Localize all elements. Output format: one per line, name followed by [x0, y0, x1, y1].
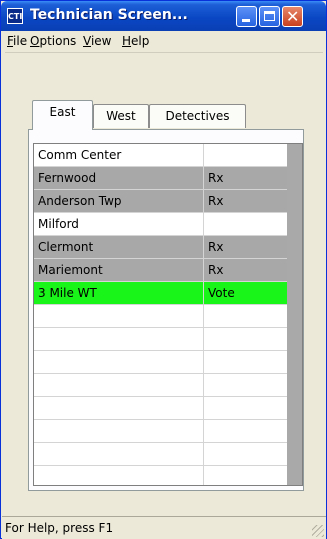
site-name-cell: [34, 466, 204, 485]
title-bar[interactable]: CTI Technician Screen... ✕: [1, 1, 326, 31]
site-status-cell: [204, 443, 286, 465]
app-window: CTI Technician Screen... ✕ File Options …: [0, 0, 327, 539]
minimize-icon: [242, 19, 250, 22]
site-name-cell: 3 Mile WT: [34, 282, 204, 304]
table-row[interactable]: [34, 397, 302, 420]
close-button[interactable]: ✕: [282, 6, 303, 27]
table-row[interactable]: Mariemont Rx: [34, 259, 302, 282]
table-row[interactable]: [34, 443, 302, 466]
table-row[interactable]: [34, 466, 302, 485]
site-name-cell: Clermont: [34, 236, 204, 258]
table-row[interactable]: [34, 328, 302, 351]
window-title: Technician Screen...: [30, 7, 188, 23]
maximize-button[interactable]: [259, 6, 280, 27]
grid-scrollbar[interactable]: [287, 144, 302, 485]
resize-grip-icon[interactable]: [312, 525, 324, 537]
site-name-cell: [34, 420, 204, 442]
menu-help[interactable]: Help: [122, 34, 149, 48]
site-name-cell: Mariemont: [34, 259, 204, 281]
site-status-cell: [204, 466, 286, 485]
status-bar: For Help, press F1: [2, 516, 326, 539]
menu-file[interactable]: File: [7, 34, 27, 48]
table-row[interactable]: Comm Center: [34, 144, 302, 167]
table-row[interactable]: [34, 305, 302, 328]
minimize-button[interactable]: [236, 6, 257, 27]
close-icon: ✕: [286, 7, 300, 26]
site-status-cell: [204, 305, 286, 327]
site-status-cell: Rx: [208, 240, 224, 254]
site-name-cell: [34, 351, 204, 373]
site-grid[interactable]: 3 Mile WT Vote Mariemont Rx Clermont Rx Milfor…: [33, 143, 303, 486]
site-name-cell: Anderson Twp: [34, 190, 204, 212]
site-status-cell: Vote: [208, 286, 235, 300]
site-name-cell: [34, 443, 204, 465]
menu-separator: [5, 52, 323, 53]
table-row[interactable]: [34, 420, 302, 443]
site-name-cell: Fernwood: [34, 167, 204, 189]
site-status-cell: [204, 420, 286, 442]
app-icon: CTI: [7, 8, 23, 24]
site-name-cell: Milford: [34, 213, 204, 235]
tab-detectives[interactable]: Detectives: [149, 104, 246, 128]
site-status-cell: [204, 374, 286, 396]
menu-view[interactable]: View: [83, 34, 111, 48]
table-row[interactable]: 3 Mile WT Vote: [34, 282, 302, 305]
table-row[interactable]: Milford: [34, 213, 302, 236]
menu-options[interactable]: Options: [30, 34, 76, 48]
site-status-cell: [204, 351, 286, 373]
status-text: For Help, press F1: [5, 521, 114, 535]
menu-bar: File Options View Help: [5, 32, 323, 50]
table-row[interactable]: [34, 374, 302, 397]
table-row[interactable]: Anderson Twp Rx: [34, 190, 302, 213]
site-name-cell: Comm Center: [34, 144, 204, 166]
site-status-cell: [204, 213, 286, 235]
site-name-cell: [34, 397, 204, 419]
table-row[interactable]: Clermont Rx: [34, 236, 302, 259]
site-name-cell: [34, 328, 204, 350]
tab-west[interactable]: West: [93, 104, 149, 128]
site-name-cell: [34, 305, 204, 327]
site-status-cell: Rx: [208, 263, 224, 277]
tab-east[interactable]: East: [32, 100, 93, 130]
site-status-cell: Rx: [208, 171, 224, 185]
maximize-icon: [264, 11, 275, 21]
table-row[interactable]: Fernwood Rx: [34, 167, 302, 190]
table-row[interactable]: [34, 351, 302, 374]
site-status-cell: [204, 397, 286, 419]
site-status-cell: Rx: [208, 194, 224, 208]
site-name-cell: [34, 374, 204, 396]
site-status-cell: [204, 144, 286, 166]
site-status-cell: [204, 328, 286, 350]
